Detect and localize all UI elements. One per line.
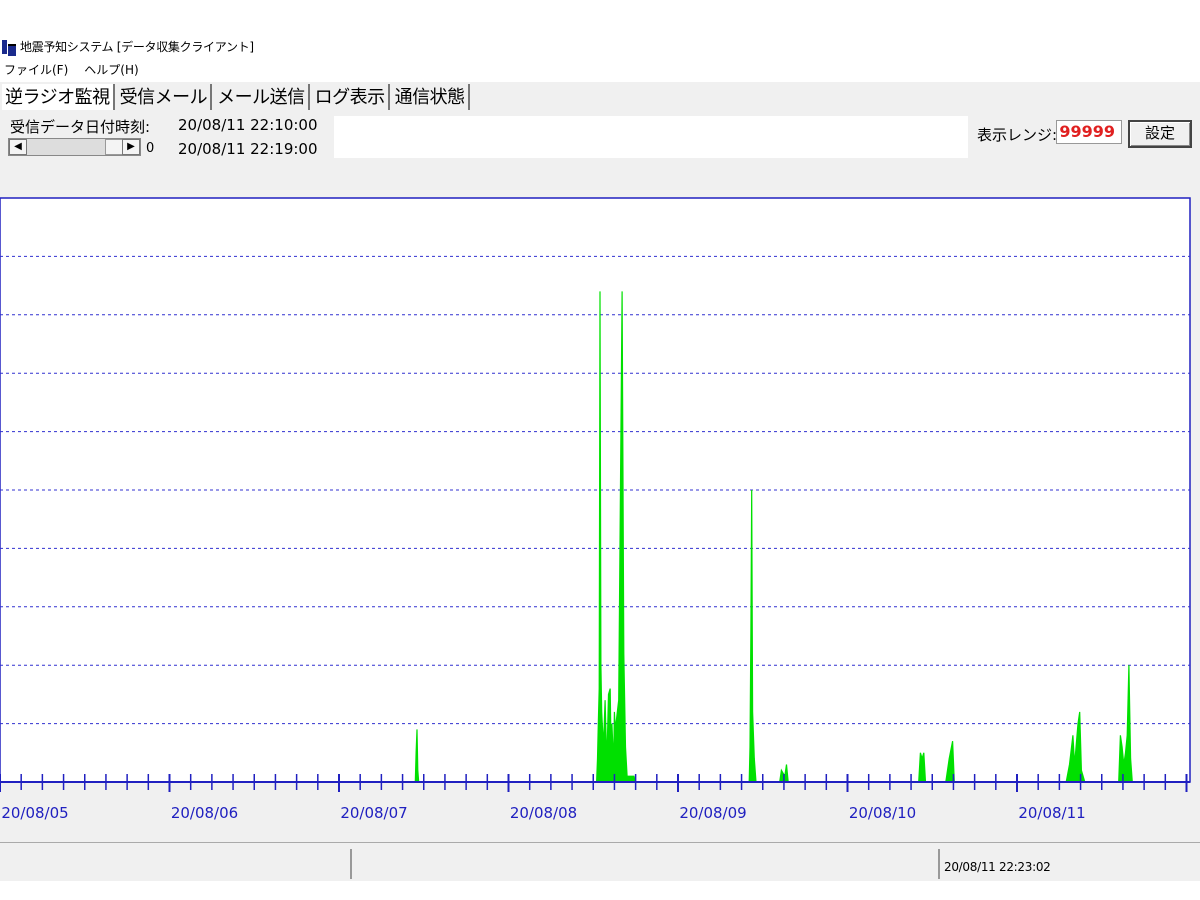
tab-reverse-radio-monitor[interactable]: 逆ラジオ監視 (2, 84, 115, 110)
datetime-from: 20/08/11 22:10:00 (178, 116, 318, 134)
scroll-value: 0 (146, 141, 155, 156)
status-divider (938, 849, 940, 879)
tab-log-view[interactable]: ログ表示 (312, 84, 390, 110)
window-title: 地震予知システム [データ収集クライアント] (20, 39, 254, 54)
tab-send-mail[interactable]: メール送信 (214, 84, 310, 110)
title-bar: 地震予知システム [データ収集クライアント] (0, 36, 600, 56)
display-range-label: 表示レンジ: (977, 126, 1058, 144)
control-panel: 受信データ日付時刻: 20/08/11 22:10:00 20/08/11 22… (0, 112, 1200, 162)
time-scrollbar[interactable]: ◀ ▶ (8, 138, 141, 156)
status-bar: 20/08/11 22:23:02 (0, 842, 1200, 881)
tab-connection-status[interactable]: 通信状態 (392, 84, 470, 110)
x-tick-label: 20/08/08 (510, 804, 577, 822)
tab-received-mail[interactable]: 受信メール (117, 84, 213, 110)
display-range-input[interactable]: 99999 (1056, 120, 1122, 144)
menu-help[interactable]: ヘルプ(H) (80, 61, 142, 81)
info-box (334, 116, 968, 158)
menu-file[interactable]: ファイル(F) (0, 61, 72, 81)
app-icon (2, 38, 16, 56)
scroll-thumb[interactable] (105, 139, 123, 155)
x-tick-label: 20/08/05 (1, 804, 68, 822)
status-divider (350, 849, 352, 879)
tab-bar: 逆ラジオ監視 受信メール メール送信 ログ表示 通信状態 (0, 82, 1200, 112)
datetime-to: 20/08/11 22:19:00 (178, 140, 318, 158)
x-tick-label: 20/08/11 (1018, 804, 1085, 822)
status-datetime: 20/08/11 22:23:02 (944, 860, 1051, 874)
scroll-left-icon[interactable]: ◀ (9, 139, 27, 155)
monitor-chart: 20/08/05 20/08/06 20/08/07 20/08/08 20/08/09… (0, 197, 1191, 822)
x-tick-label: 20/08/09 (679, 804, 746, 822)
set-button[interactable]: 設定 (1128, 120, 1192, 148)
chart-area: 20/08/05 20/08/06 20/08/07 20/08/08 20/08/09… (0, 162, 1200, 842)
x-tick-label: 20/08/07 (340, 804, 407, 822)
menu-bar: ファイル(F) ヘルプ(H) (0, 61, 151, 81)
scroll-right-icon[interactable]: ▶ (122, 139, 140, 155)
x-tick-label: 20/08/06 (171, 804, 238, 822)
received-datetime-label: 受信データ日付時刻: (10, 118, 151, 136)
x-tick-label: 20/08/10 (849, 804, 916, 822)
